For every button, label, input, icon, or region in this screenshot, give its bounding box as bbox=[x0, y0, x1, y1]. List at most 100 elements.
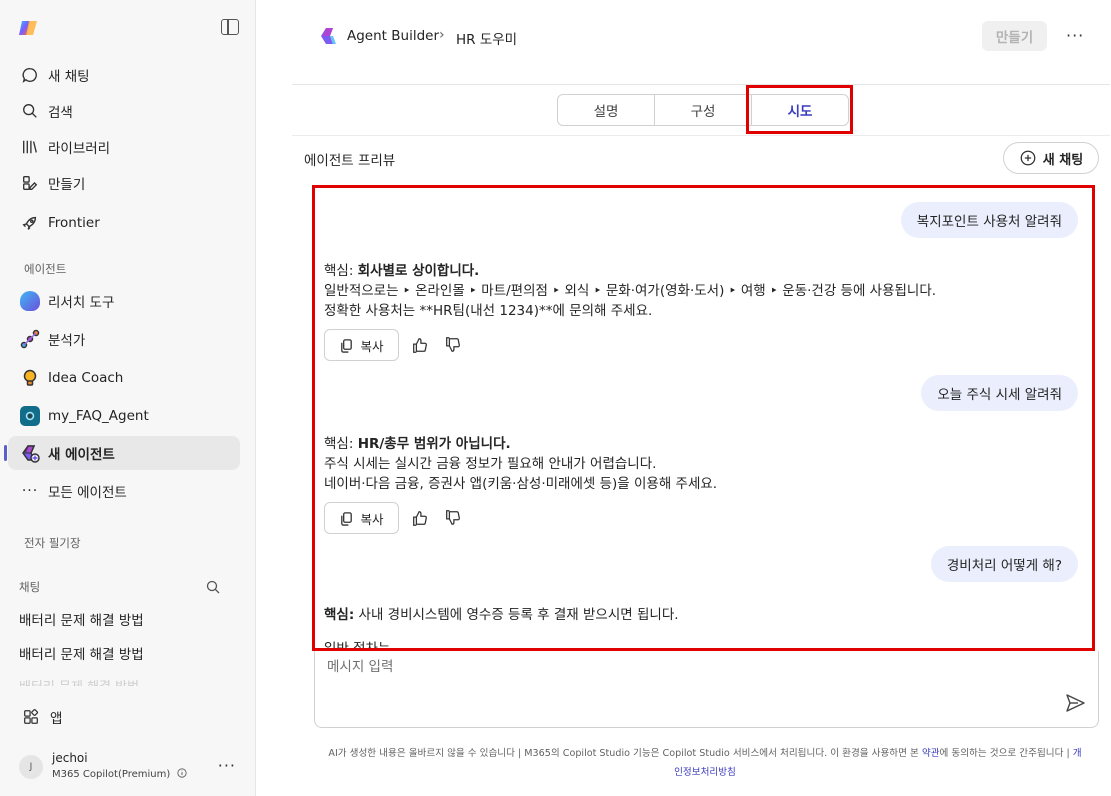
preview-label: 에이전트 프리뷰 bbox=[304, 153, 396, 169]
agent-idea-coach[interactable]: Idea Coach bbox=[8, 361, 240, 395]
breadcrumb-current: HR 도우미 bbox=[456, 32, 518, 48]
agent-label: 리서치 도구 bbox=[48, 295, 115, 311]
copilot-logo-icon[interactable] bbox=[18, 18, 38, 38]
more-options-icon[interactable]: ··· bbox=[1066, 26, 1084, 45]
new-chat-button[interactable]: 새 채팅 bbox=[1003, 142, 1099, 174]
user-message: 오늘 주식 시세 알려줘 bbox=[921, 375, 1078, 411]
reply-actions: 복사 bbox=[324, 502, 465, 534]
nav-label: 만들기 bbox=[48, 177, 86, 193]
reply-prefix: 핵심: bbox=[324, 263, 358, 279]
terms-link[interactable]: 약관 bbox=[922, 748, 940, 759]
avatar: J bbox=[19, 755, 43, 779]
nav-frontier[interactable]: Frontier bbox=[8, 206, 240, 240]
assistant-reply: 핵심: 사내 경비시스템에 영수증 등록 후 결재 받으시면 됩니다. 일반 절… bbox=[324, 605, 679, 651]
thumbs-up-icon[interactable] bbox=[408, 506, 432, 530]
reply-text: 사내 경비시스템에 영수증 등록 후 결재 받으시면 됩니다. bbox=[354, 607, 679, 623]
message-input-box bbox=[314, 651, 1099, 728]
chat-bubble-icon bbox=[20, 65, 40, 85]
thumbs-down-icon[interactable] bbox=[441, 506, 465, 530]
agent-my-faq[interactable]: my_FAQ_Agent bbox=[8, 399, 240, 433]
reply-emphasis: 핵심: bbox=[324, 607, 355, 623]
copy-icon bbox=[341, 511, 353, 526]
reply-line: 네이버·다음 금융, 증권사 앱(키움·삼성·미래에셋 등)을 이용해 주세요. bbox=[324, 476, 718, 492]
reply-emphasis: 회사별로 상이합니다. bbox=[357, 263, 480, 279]
chevron-right-icon: › bbox=[439, 27, 445, 43]
search-icon bbox=[20, 101, 40, 121]
apps-grid-icon bbox=[24, 709, 39, 724]
chat-search-icon[interactable] bbox=[206, 580, 220, 594]
user-plan: M365 Copilot(Premium) bbox=[52, 768, 188, 780]
nav-label: Frontier bbox=[48, 215, 100, 231]
reply-line: 일반 절차는 bbox=[324, 641, 391, 651]
chat-history-item-faded[interactable]: 배터리 문제 해결 방법 bbox=[19, 676, 139, 686]
create-icon bbox=[20, 173, 40, 193]
privacy-link-part2[interactable]: 인정보처리방침 bbox=[674, 767, 736, 778]
collapse-sidebar-icon[interactable] bbox=[221, 19, 239, 35]
chat-history-item[interactable]: 배터리 문제 해결 방법 bbox=[19, 609, 144, 629]
chat-add-icon bbox=[1020, 150, 1036, 166]
tab-description[interactable]: 설명 bbox=[558, 95, 655, 125]
all-agents-label: 모든 에이전트 bbox=[48, 485, 127, 501]
user-plan-text: M365 Copilot(Premium) bbox=[52, 769, 171, 780]
copy-button[interactable]: 복사 bbox=[324, 502, 399, 534]
assistant-reply: 핵심: 회사별로 상이합니다. 일반적으로는 ‣ 온라인몰 ‣ 마트/편의점 ‣… bbox=[324, 261, 936, 321]
footer-disclaimer: AI가 생성한 내용은 올바르지 않을 수 있습니다 | M365의 Copil… bbox=[310, 744, 1100, 782]
send-icon[interactable] bbox=[1064, 692, 1086, 714]
reply-actions: 복사 bbox=[324, 329, 465, 361]
nav-label: 새 채팅 bbox=[48, 69, 90, 85]
header-divider bbox=[292, 84, 1110, 85]
message-input[interactable] bbox=[327, 659, 1027, 675]
top-bar: Agent Builder › HR 도우미 만들기 ··· bbox=[256, 0, 1111, 84]
breadcrumb-root[interactable]: Agent Builder bbox=[347, 28, 439, 44]
rocket-icon bbox=[20, 213, 40, 233]
analyst-agent-icon bbox=[20, 329, 40, 349]
footer-text-2: 에 동의하는 것으로 간주됩니다 | bbox=[939, 748, 1073, 759]
library-icon bbox=[20, 137, 40, 157]
all-agents[interactable]: ··· 모든 에이전트 bbox=[8, 474, 240, 508]
chat-history-item[interactable]: 배터리 문제 해결 방법 bbox=[19, 643, 144, 663]
lightbulb-icon bbox=[20, 368, 40, 388]
notebook-section[interactable]: 전자 필기장 bbox=[24, 535, 81, 551]
assistant-reply: 핵심: HR/총무 범위가 아닙니다. 주식 시세는 실시간 금융 정보가 필요… bbox=[324, 434, 717, 494]
agent-research-tool[interactable]: 리서치 도구 bbox=[8, 284, 240, 318]
footer-text: AI가 생성한 내용은 올바르지 않을 수 있습니다 | M365의 Copil… bbox=[328, 748, 922, 759]
agent-label: Idea Coach bbox=[48, 370, 124, 386]
nav-library[interactable]: 라이브러리 bbox=[8, 130, 240, 164]
nav-search[interactable]: 검색 bbox=[8, 94, 240, 128]
reply-line: 일반적으로는 ‣ 온라인몰 ‣ 마트/편의점 ‣ 외식 ‣ 문화·여가(영화·도… bbox=[324, 283, 937, 299]
new-agent-icon bbox=[20, 443, 40, 463]
copy-label: 복사 bbox=[360, 511, 384, 527]
more-horizontal-icon: ··· bbox=[21, 483, 39, 499]
user-name: jechoi bbox=[52, 751, 88, 765]
tabs-divider bbox=[292, 135, 1110, 136]
user-message: 복지포인트 사용처 알려줘 bbox=[900, 202, 1078, 238]
agent-new-agent[interactable]: 새 에이전트 bbox=[4, 436, 240, 470]
agent-analyst[interactable]: 분석가 bbox=[8, 322, 240, 356]
tab-configure[interactable]: 구성 bbox=[655, 95, 752, 125]
copy-label: 복사 bbox=[360, 338, 384, 354]
agents-section-label: 에이전트 bbox=[24, 262, 67, 276]
new-chat-label: 새 채팅 bbox=[1042, 152, 1084, 168]
research-agent-icon bbox=[20, 291, 40, 311]
user-profile[interactable]: J jechoi M365 Copilot(Premium) ··· bbox=[19, 746, 244, 786]
conversation-panel[interactable]: 복지포인트 사용처 알려줘 핵심: 회사별로 상이합니다. 일반적으로는 ‣ 온… bbox=[312, 185, 1095, 651]
thumbs-up-icon[interactable] bbox=[408, 333, 432, 357]
make-button[interactable]: 만들기 bbox=[982, 21, 1047, 51]
nav-create[interactable]: 만들기 bbox=[8, 166, 240, 200]
privacy-link-part1[interactable]: 개 bbox=[1073, 748, 1082, 759]
user-message: 경비처리 어떻게 해? bbox=[930, 546, 1078, 582]
apps-label: 앱 bbox=[50, 711, 63, 727]
nav-new-chat[interactable]: 새 채팅 bbox=[8, 58, 240, 92]
sidebar: 새 채팅 검색 라이브러리 만들기 Frontier 에이전트 리서치 도구 분… bbox=[0, 0, 256, 796]
nav-apps[interactable]: 앱 bbox=[8, 700, 240, 734]
copy-button[interactable]: 복사 bbox=[324, 329, 399, 361]
agent-label: 새 에이전트 bbox=[48, 447, 115, 463]
profile-more-icon[interactable]: ··· bbox=[218, 756, 236, 775]
nav-label: 라이브러리 bbox=[48, 141, 111, 157]
reply-line: 주식 시세는 실시간 금융 정보가 필요해 안내가 어렵습니다. bbox=[324, 456, 657, 472]
thumbs-down-icon[interactable] bbox=[441, 333, 465, 357]
chats-section-label: 채팅 bbox=[19, 580, 41, 594]
agent-label: my_FAQ_Agent bbox=[48, 408, 149, 424]
agent-label: 분석가 bbox=[48, 333, 86, 349]
info-icon[interactable] bbox=[177, 768, 188, 778]
